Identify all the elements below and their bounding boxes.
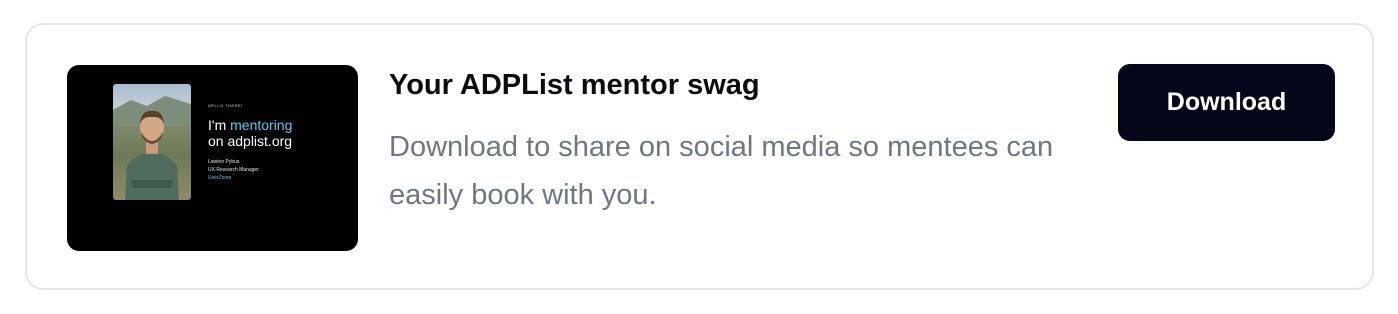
hello-text: HELLO THERE! [208,103,243,108]
headline-suffix: on adplist.org [208,133,293,149]
mentor-photo [113,84,191,200]
card-description: Download to share on social media so men… [389,131,1054,211]
mentor-role: UX Research Manager [208,167,259,173]
swag-headline: I'm mentoring on adplist.org [208,117,348,149]
mentor-company: UserZoom [208,175,232,181]
mentor-name: Lawton Pybus [208,159,240,165]
headline-accent: mentoring [230,117,293,133]
mentor-swag-card: HELLO THERE! I'm mentoring on adplist.or… [25,23,1374,290]
headline-prefix: I'm [208,117,231,133]
download-button[interactable]: Download [1118,64,1335,141]
mentor-details: Lawton Pybus UX Research Manager UserZoo… [208,158,259,182]
mentor-photo-illustration [113,96,191,200]
card-title: Your ADPList mentor swag [389,69,760,101]
swag-preview-image: HELLO THERE! I'm mentoring on adplist.or… [67,65,358,251]
